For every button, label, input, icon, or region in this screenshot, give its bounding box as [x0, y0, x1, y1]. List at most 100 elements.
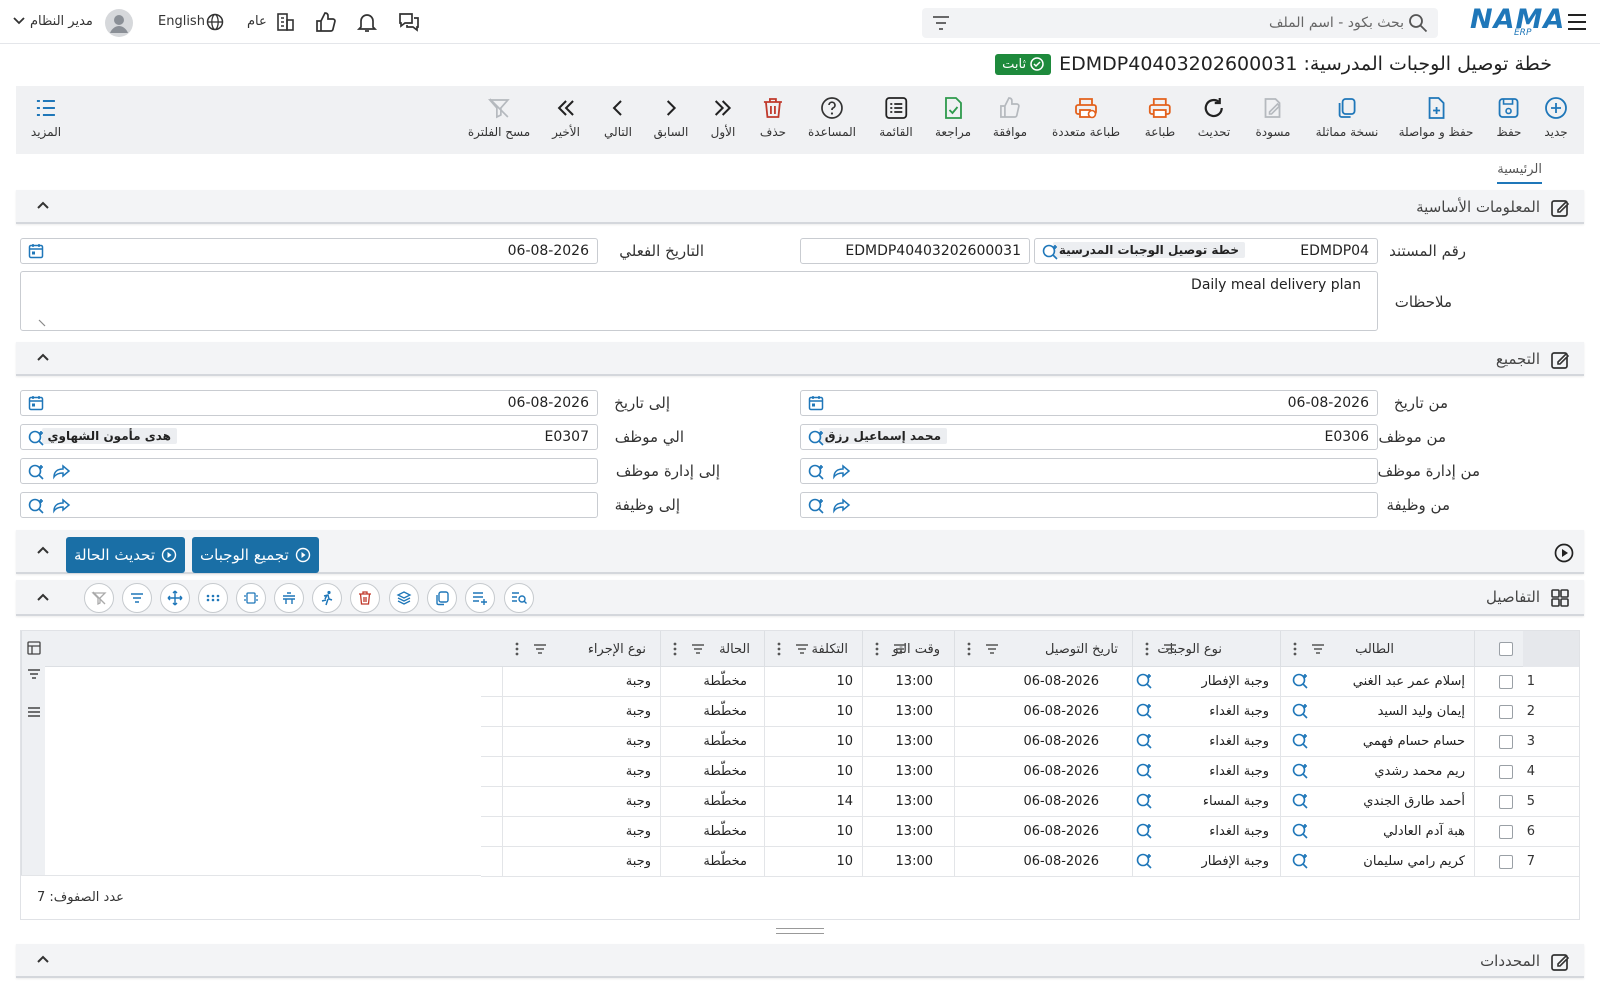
cell-meal-type[interactable]: وجبة الغداء	[1209, 764, 1269, 779]
student-lookup-icon[interactable]	[1291, 852, 1309, 870]
save-continue-button[interactable]: حفظ و مواصلة	[1399, 96, 1473, 139]
cell-meal-type[interactable]: وجبة الإفطار	[1202, 854, 1269, 869]
cell-cost[interactable]: 10	[836, 674, 853, 689]
search-plus-icon[interactable]	[807, 463, 825, 481]
meal-lookup-icon[interactable]	[1135, 852, 1153, 870]
section-selectors-bar[interactable]: المحددات	[16, 944, 1584, 978]
chevron-up-icon[interactable]	[36, 200, 50, 210]
duplicate-button[interactable]: نسخة مماثلة	[1316, 96, 1378, 139]
row-checkbox[interactable]	[1499, 735, 1513, 749]
search-plus-icon[interactable]	[27, 497, 45, 515]
cell-status[interactable]: مخطّطة	[703, 704, 747, 719]
filter-icon[interactable]	[932, 15, 950, 31]
cell-cost[interactable]: 10	[836, 854, 853, 869]
chevron-up-icon[interactable]	[36, 954, 50, 964]
approve-button[interactable]: موافقة	[993, 96, 1027, 139]
cell-meal-type[interactable]: وجبة الغداء	[1209, 704, 1269, 719]
cell-status[interactable]: مخطّطة	[703, 764, 747, 779]
cell-student[interactable]: إيمان وليد السيد	[1378, 704, 1465, 719]
cell-action-type[interactable]: وجبة	[626, 854, 651, 869]
cell-meal-type[interactable]: وجبة الغداء	[1209, 734, 1269, 749]
grid-copy-button[interactable]	[427, 583, 457, 613]
column-header-action-type[interactable]: نوع الإجراء	[503, 631, 661, 667]
cell-status[interactable]: مخطّطة	[703, 794, 747, 809]
meal-lookup-icon[interactable]	[1135, 702, 1153, 720]
cell-cost[interactable]: 10	[836, 824, 853, 839]
select-all-checkbox[interactable]	[1499, 642, 1513, 656]
column-header-cost[interactable]: التكلفة	[765, 631, 863, 667]
calendar-icon[interactable]	[808, 395, 824, 411]
filter-icon[interactable]	[27, 667, 41, 681]
new-button[interactable]: جديد	[1544, 96, 1568, 139]
chevron-down-icon[interactable]	[12, 16, 26, 26]
cell-meal-type[interactable]: وجبة الغداء	[1209, 824, 1269, 839]
cell-student[interactable]: ريم محمد رشدي	[1374, 764, 1465, 779]
row-checkbox[interactable]	[1499, 765, 1513, 779]
column-header-student[interactable]: الطالب	[1281, 631, 1475, 667]
cell-student[interactable]: حسام حسام فهمي	[1363, 734, 1465, 749]
student-lookup-icon[interactable]	[1291, 732, 1309, 750]
cell-delivery-time[interactable]: 13:00	[896, 674, 933, 689]
bell-icon[interactable]	[356, 11, 378, 33]
print-button[interactable]: طباعة	[1145, 96, 1175, 139]
resize-handle-icon[interactable]	[37, 318, 47, 328]
refresh-button[interactable]: تحديث	[1198, 96, 1230, 139]
play-circle-icon[interactable]	[1554, 543, 1574, 563]
cell-cost[interactable]: 10	[836, 704, 853, 719]
to-employee-field[interactable]: E0307 هدى مأمون الشهاوي	[20, 424, 598, 450]
from-job-field[interactable]	[800, 492, 1378, 518]
cell-action-type[interactable]: وجبة	[626, 794, 651, 809]
search-plus-icon[interactable]	[27, 429, 45, 447]
student-lookup-icon[interactable]	[1291, 792, 1309, 810]
column-filter-icon[interactable]	[795, 643, 809, 655]
notes-field[interactable]: Daily meal delivery plan	[20, 271, 1378, 331]
cell-action-type[interactable]: وجبة	[626, 764, 651, 779]
cell-student[interactable]: هبة آدم العادلي	[1383, 824, 1465, 839]
column-menu-icon[interactable]	[515, 642, 519, 656]
search-plus-icon[interactable]	[807, 497, 825, 515]
meal-lookup-icon[interactable]	[1135, 822, 1153, 840]
delete-button[interactable]: حذف	[760, 96, 786, 139]
column-filter-icon[interactable]	[691, 643, 705, 655]
cell-delivery-time[interactable]: 13:00	[896, 704, 933, 719]
review-button[interactable]: مراجعة	[935, 96, 971, 139]
avatar[interactable]	[105, 9, 133, 37]
student-lookup-icon[interactable]	[1291, 672, 1309, 690]
column-filter-icon[interactable]	[1163, 643, 1177, 655]
collect-meals-button[interactable]: تجميع الوجبات	[192, 537, 319, 573]
tab-main[interactable]: الرئيسية	[1497, 162, 1542, 184]
column-filter-icon[interactable]	[1311, 643, 1325, 655]
cell-delivery-date[interactable]: 06-08-2026	[1023, 764, 1099, 779]
grid-search-button[interactable]	[504, 583, 534, 613]
search-plus-icon[interactable]	[807, 429, 825, 447]
cell-delivery-date[interactable]: 06-08-2026	[1023, 674, 1099, 689]
column-header-delivery-date[interactable]: تاريخ التوصيل	[955, 631, 1133, 667]
to-dept-field[interactable]	[20, 458, 598, 484]
search-plus-icon[interactable]	[1041, 243, 1059, 261]
grid-move-button[interactable]	[160, 583, 190, 613]
globe-icon[interactable]	[206, 13, 224, 31]
table-row[interactable]: 5 أحمد طارق الجندي وجبة المساء 06-08-2026 13…	[481, 787, 1579, 817]
from-employee-field[interactable]: E0306 محمد إسماعيل رزق	[800, 424, 1378, 450]
cell-cost[interactable]: 10	[836, 764, 853, 779]
cell-delivery-date[interactable]: 06-08-2026	[1023, 704, 1099, 719]
list-button[interactable]: القائمة	[879, 96, 913, 139]
hamburger-menu-icon[interactable]	[1566, 12, 1588, 32]
multi-print-button[interactable]: طباعة متعددة	[1052, 96, 1120, 139]
actual-date-field[interactable]: 06-08-2026	[20, 238, 598, 264]
grid-table-insert-button[interactable]	[274, 583, 304, 613]
column-filter-icon[interactable]	[985, 643, 999, 655]
share-arrow-icon[interactable]	[53, 497, 71, 515]
cell-cost[interactable]: 14	[836, 794, 853, 809]
draft-button[interactable]: مسودة	[1256, 96, 1290, 139]
cell-delivery-time[interactable]: 13:00	[896, 734, 933, 749]
chevron-up-icon[interactable]	[36, 545, 50, 555]
resize-splitter[interactable]	[776, 928, 824, 934]
grid-dots-button[interactable]	[198, 583, 228, 613]
grid-layers-button[interactable]	[389, 583, 419, 613]
row-checkbox[interactable]	[1499, 825, 1513, 839]
save-button[interactable]: حفظ	[1497, 96, 1521, 139]
column-header-status[interactable]: الحالة	[661, 631, 765, 667]
clear-filter-button[interactable]: مسح الفلترة	[468, 96, 530, 139]
search-icon[interactable]	[1408, 13, 1428, 33]
